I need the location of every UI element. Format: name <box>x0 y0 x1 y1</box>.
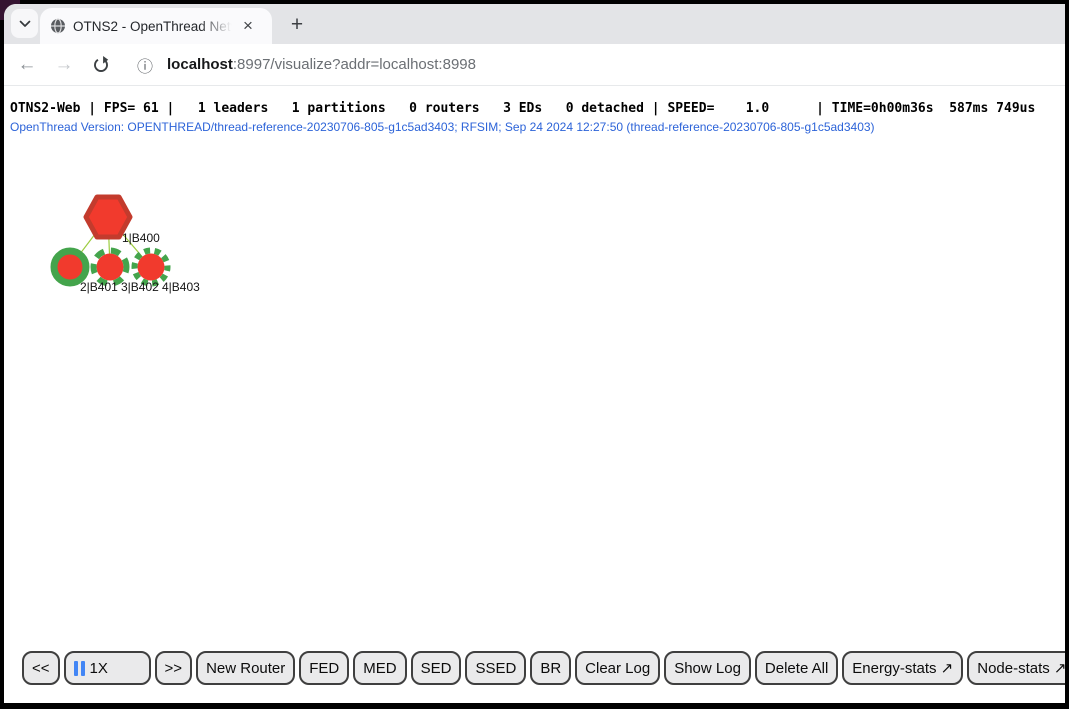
slow-down-button[interactable]: << <box>22 651 60 685</box>
url-bar[interactable]: localhost:8997/visualize?addr=localhost:… <box>167 56 476 73</box>
chevron-down-icon <box>19 16 31 31</box>
ssed-button[interactable]: SSED <box>465 651 526 685</box>
node-ed-fine-dashed-ring[interactable] <box>135 251 168 284</box>
speed-up-button[interactable]: >> <box>155 651 193 685</box>
new-tab-button[interactable]: + <box>284 12 310 38</box>
tab-close-icon[interactable]: × <box>243 18 253 34</box>
globe-icon <box>50 18 66 34</box>
pause-icon <box>74 661 85 676</box>
sed-button[interactable]: SED <box>411 651 462 685</box>
tab-search-button[interactable] <box>11 9 38 38</box>
new-router-button[interactable]: New Router <box>196 651 295 685</box>
br-button[interactable]: BR <box>530 651 571 685</box>
delete-all-button[interactable]: Delete All <box>755 651 838 685</box>
back-icon[interactable]: ← <box>17 54 37 76</box>
node-ed-solid-ring[interactable] <box>54 251 86 283</box>
node-label: 4|B403 <box>162 280 200 294</box>
url-host: localhost <box>167 56 233 73</box>
speed-button[interactable]: 1X <box>64 651 151 685</box>
show-log-button[interactable]: Show Log <box>664 651 751 685</box>
fed-button[interactable]: FED <box>299 651 349 685</box>
url-path: :8997/visualize?addr=localhost:8998 <box>233 56 476 73</box>
network-canvas: 1|B400 2|B401 3|B402 4|B403 <box>4 134 284 314</box>
toolbar: << 1X >> New Router FED MED SED SSED BR … <box>22 651 1065 685</box>
speed-label: 1X <box>90 660 108 677</box>
med-button[interactable]: MED <box>353 651 406 685</box>
reload-icon[interactable] <box>91 55 111 75</box>
browser-window: OTNS2 - OpenThread Network Simulator × +… <box>4 4 1065 703</box>
tab-bar: OTNS2 - OpenThread Network Simulator × + <box>4 4 1065 44</box>
address-bar: ← → ⓘ localhost:8997/visualize?addr=loca… <box>4 44 1065 86</box>
node-label: 1|B400 <box>122 231 160 245</box>
site-info-icon[interactable]: ⓘ <box>137 53 153 77</box>
node-label: 2|B401 <box>80 280 118 294</box>
node-ed-dashed-ring[interactable] <box>94 251 127 284</box>
page-content: OTNS2-Web | FPS= 61 | 1 leaders 1 partit… <box>4 86 1065 703</box>
forward-icon[interactable]: → <box>54 54 74 76</box>
energy-stats-button[interactable]: Energy-stats ↗ <box>842 651 963 685</box>
node-label: 3|B402 <box>121 280 159 294</box>
browser-tab[interactable]: OTNS2 - OpenThread Network Simulator × <box>40 8 272 44</box>
clear-log-button[interactable]: Clear Log <box>575 651 660 685</box>
openthread-version-text: OpenThread Version: OPENTHREAD/thread-re… <box>10 120 875 134</box>
node-stats-button[interactable]: Node-stats ↗ <box>967 651 1065 685</box>
tab-title: OTNS2 - OpenThread Network Simulator <box>73 19 235 34</box>
simulation-status-text: OTNS2-Web | FPS= 61 | 1 leaders 1 partit… <box>10 101 1035 116</box>
